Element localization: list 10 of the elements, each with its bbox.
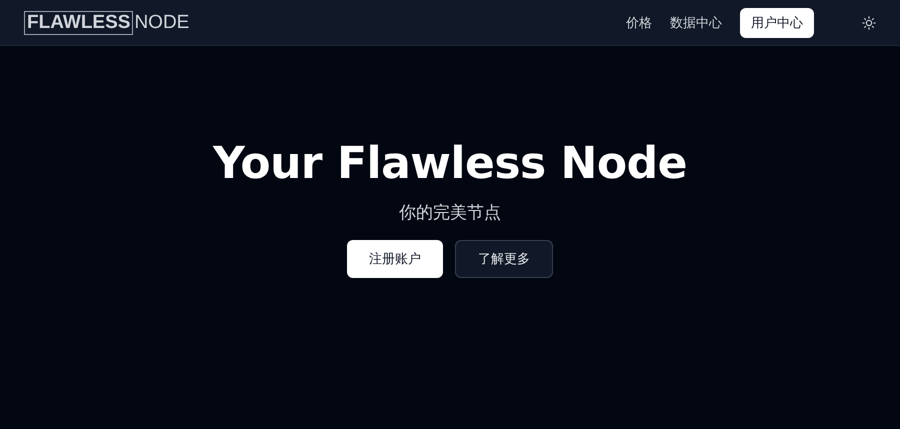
register-button[interactable]: 注册账户 bbox=[347, 240, 443, 278]
nav-link[interactable]: 数据中心 bbox=[670, 14, 722, 32]
logo-text: NODE bbox=[134, 12, 190, 34]
learn-more-button[interactable]: 了解更多 bbox=[455, 240, 553, 278]
logo-mark: FLAWLESS bbox=[24, 10, 134, 34]
sun-icon[interactable] bbox=[862, 16, 876, 30]
hero-title: Your Flawless Node bbox=[213, 138, 687, 189]
user-center-button[interactable]: 用户中心 bbox=[740, 8, 814, 38]
hero-subtitle: 你的完美节点 bbox=[399, 202, 501, 224]
nav-link[interactable]: 价格 bbox=[626, 14, 652, 32]
